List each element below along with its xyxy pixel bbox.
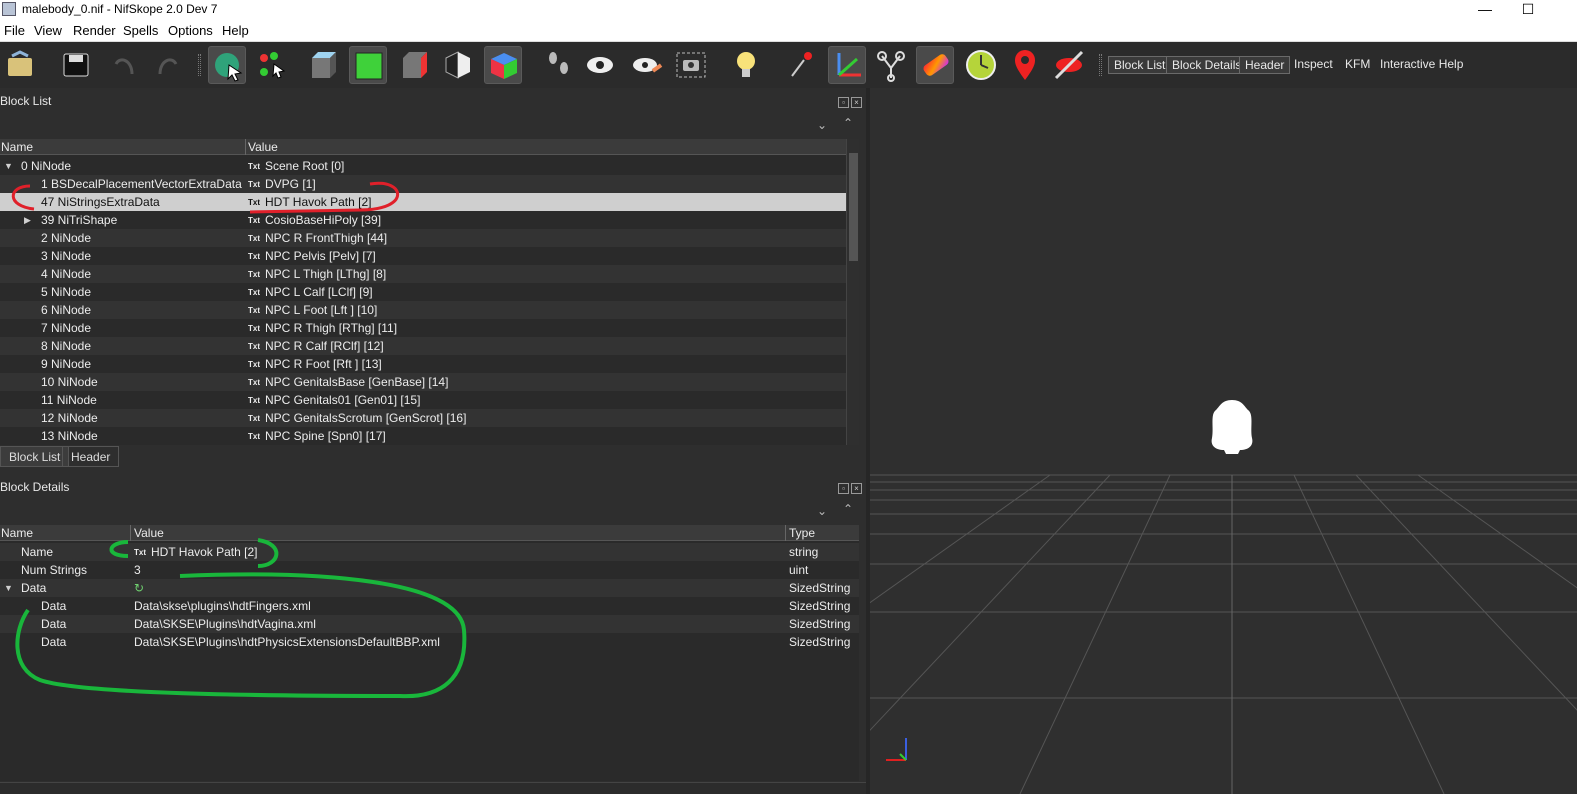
menu-file[interactable]: File — [4, 23, 25, 38]
block-list-title: Block List — [0, 94, 52, 108]
txt-icon: Txt — [248, 342, 260, 351]
toolbar-header-button[interactable]: Header — [1239, 56, 1291, 74]
cube-rgb-icon[interactable] — [484, 46, 522, 84]
table-row[interactable]: 7 NiNode Txt NPC R Thigh [RThg] [11] — [0, 319, 846, 337]
block-list-scrollbar[interactable] — [846, 139, 859, 445]
lightbulb-icon[interactable] — [728, 46, 766, 84]
column-type[interactable]: Type — [789, 526, 815, 540]
toolbar-block-list-button[interactable]: Block List — [1108, 56, 1172, 74]
title-bar: malebody_0.nif - NifSkope 2.0 Dev 7 — ☐ — [0, 0, 1577, 20]
collapse-all-icon[interactable]: ⌄ — [817, 118, 827, 132]
backface-icon[interactable] — [440, 46, 478, 84]
menu-spells[interactable]: Spells — [123, 23, 158, 38]
toolbar-separator — [1099, 54, 1102, 76]
eye-edit-icon[interactable] — [628, 46, 666, 84]
table-row[interactable]: 11 NiNode Txt NPC Genitals01 [Gen01] [15] — [0, 391, 846, 409]
select-object-icon[interactable] — [208, 46, 246, 84]
texture-gradient-icon[interactable] — [916, 46, 954, 84]
cube-green-icon[interactable] — [349, 46, 387, 84]
minimize-button[interactable]: — — [1462, 0, 1508, 20]
toolbar-interactive-help-button[interactable]: Interactive Help — [1375, 56, 1468, 74]
float-icon[interactable]: ▫ — [838, 483, 849, 494]
screenshot-icon[interactable] — [672, 46, 710, 84]
table-row[interactable]: 2 NiNode Txt NPC R FrontThigh [44] — [0, 229, 846, 247]
menu-options[interactable]: Options — [168, 23, 213, 38]
pin-tool-icon[interactable] — [784, 46, 822, 84]
body-silhouette — [1211, 400, 1253, 454]
skeleton-nodes-icon[interactable] — [872, 46, 910, 84]
redo-icon[interactable] — [148, 46, 186, 84]
maximize-button[interactable]: ☐ — [1505, 0, 1551, 20]
cube-red-icon[interactable] — [395, 46, 433, 84]
txt-icon: Txt — [248, 288, 260, 297]
axis-gizmo-icon — [886, 738, 907, 761]
txt-icon: Txt — [248, 396, 260, 405]
column-value[interactable]: Value — [248, 140, 278, 154]
table-row[interactable]: 8 NiNode Txt NPC R Calf [RClf] [12] — [0, 337, 846, 355]
block-list-header: Name Value — [0, 139, 846, 155]
table-row[interactable]: ▼ 0 NiNode Txt Scene Root [0] — [0, 157, 846, 175]
menu-help[interactable]: Help — [222, 23, 249, 38]
cube-blue-icon[interactable] — [304, 46, 342, 84]
scrollbar-thumb[interactable] — [849, 153, 858, 261]
menu-bar: File View Render Spells Options Help — [0, 20, 1577, 42]
app-icon — [2, 2, 16, 16]
txt-icon: Txt — [248, 306, 260, 315]
float-icon[interactable]: ▫ — [838, 97, 849, 108]
txt-icon: Txt — [248, 378, 260, 387]
red-annotation — [11, 181, 399, 214]
table-row[interactable]: 13 NiNode Txt NPC Spine [Spn0] [17] — [0, 427, 846, 445]
block-details-dock-buttons: ▫ × — [838, 480, 864, 494]
panel-tabs: Block List Header — [0, 446, 866, 467]
toolbar: Block List Block Details Header Inspect … — [0, 42, 1577, 88]
expand-all-icon[interactable]: ⌃ — [843, 116, 853, 130]
location-marker-icon[interactable] — [1006, 46, 1044, 84]
close-icon[interactable]: × — [851, 97, 862, 108]
toolbar-block-details-button[interactable]: Block Details — [1166, 56, 1248, 74]
axes-icon[interactable] — [828, 46, 866, 84]
toolbar-kfm-button[interactable]: KFM — [1340, 56, 1375, 74]
3d-viewport[interactable] — [870, 88, 1577, 794]
block-list-dock-buttons: ▫ × — [838, 94, 864, 108]
toolbar-inspect-button[interactable]: Inspect — [1289, 56, 1338, 74]
column-name[interactable]: Name — [1, 140, 33, 154]
table-row[interactable]: 6 NiNode Txt NPC L Foot [Lft ] [10] — [0, 301, 846, 319]
tab-block-list[interactable]: Block List — [0, 446, 70, 467]
toolbar-separator — [198, 54, 201, 76]
table-row[interactable]: 4 NiNode Txt NPC L Thigh [LThg] [8] — [0, 265, 846, 283]
table-row[interactable]: 3 NiNode Txt NPC Pelvis [Pelv] [7] — [0, 247, 846, 265]
block-details-h-scrollbar[interactable] — [0, 782, 866, 794]
tab-header[interactable]: Header — [62, 446, 120, 467]
open-file-icon[interactable] — [2, 46, 40, 84]
table-row[interactable]: 9 NiNode Txt NPC R Foot [Rft ] [13] — [0, 355, 846, 373]
window-title: malebody_0.nif - NifSkope 2.0 Dev 7 — [22, 2, 218, 16]
table-row[interactable]: 5 NiNode Txt NPC L Calf [LClf] [9] — [0, 283, 846, 301]
menu-view[interactable]: View — [34, 23, 62, 38]
txt-icon: Txt — [248, 360, 260, 369]
txt-icon: Txt — [248, 414, 260, 423]
close-icon[interactable]: × — [851, 483, 862, 494]
undo-icon[interactable] — [106, 46, 144, 84]
save-file-icon[interactable] — [58, 46, 96, 84]
menu-render[interactable]: Render — [73, 23, 116, 38]
table-row[interactable]: 10 NiNode Txt NPC GenitalsBase [GenBase] … — [0, 373, 846, 391]
hide-eye-icon[interactable] — [1050, 46, 1088, 84]
txt-icon: Txt — [248, 234, 260, 243]
grid-floor — [870, 400, 1577, 794]
eye-icon[interactable] — [582, 46, 620, 84]
expanded-arrow-icon[interactable]: ▼ — [4, 157, 13, 175]
collapse-all-icon[interactable]: ⌄ — [817, 504, 827, 518]
txt-icon: Txt — [248, 252, 260, 261]
green-annotation — [15, 538, 467, 699]
txt-icon: Txt — [248, 270, 260, 279]
txt-icon: Txt — [248, 162, 260, 171]
clock-icon[interactable] — [962, 46, 1000, 84]
footprints-icon[interactable] — [540, 46, 578, 84]
txt-icon: Txt — [248, 432, 260, 441]
select-vertex-icon[interactable] — [254, 46, 292, 84]
expand-all-icon[interactable]: ⌃ — [843, 502, 853, 516]
table-row[interactable]: 12 NiNode Txt NPC GenitalsScrotum [GenScr… — [0, 409, 846, 427]
txt-icon: Txt — [248, 324, 260, 333]
block-details-title: Block Details — [0, 480, 70, 494]
